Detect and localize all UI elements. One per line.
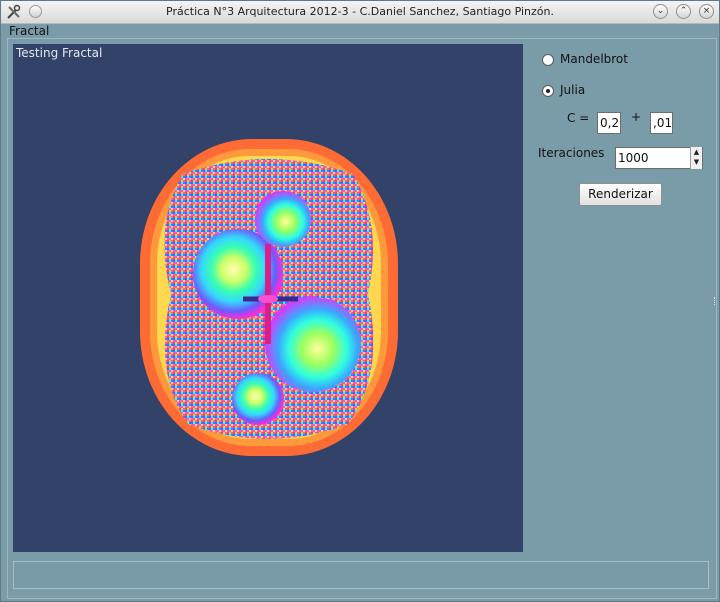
c-label: C =: [567, 111, 590, 125]
fractal-canvas: Testing Fractal: [13, 44, 523, 552]
c-imag-field[interactable]: ,01: [650, 112, 673, 134]
resize-grip-icon[interactable]: [714, 297, 717, 305]
c-real-field[interactable]: 0,2: [597, 112, 621, 134]
plus-sign: +: [631, 110, 642, 124]
render-button[interactable]: Renderizar: [579, 183, 662, 206]
maximize-icon[interactable]: ⌃: [676, 4, 691, 19]
status-bar: [13, 561, 709, 589]
close-icon[interactable]: ×: [699, 4, 714, 19]
iterations-value[interactable]: 1000: [618, 151, 649, 165]
spinner-buttons[interactable]: ▲ ▼: [690, 147, 702, 169]
fractal-image: [140, 139, 398, 456]
minimize-icon[interactable]: ⌄: [653, 4, 668, 19]
mandelbrot-label[interactable]: Mandelbrot: [560, 52, 628, 66]
menu-fractal[interactable]: Fractal: [9, 24, 49, 38]
spinner-down-icon[interactable]: ▼: [691, 157, 702, 167]
spinner-up-icon[interactable]: ▲: [691, 147, 702, 157]
julia-label[interactable]: Julia: [560, 83, 585, 97]
julia-radio[interactable]: [542, 85, 554, 97]
menu-bar: Fractal: [1, 24, 719, 38]
window-title: Práctica N°3 Arquitectura 2012-3 - C.Dan…: [166, 5, 554, 18]
mandelbrot-radio[interactable]: [542, 54, 554, 66]
app-window: Práctica N°3 Arquitectura 2012-3 - C.Dan…: [0, 0, 720, 602]
iterations-label: Iteraciones: [538, 146, 605, 160]
iterations-spinner[interactable]: 1000 ▲ ▼: [615, 147, 703, 169]
title-bar[interactable]: Práctica N°3 Arquitectura 2012-3 - C.Dan…: [1, 1, 719, 24]
